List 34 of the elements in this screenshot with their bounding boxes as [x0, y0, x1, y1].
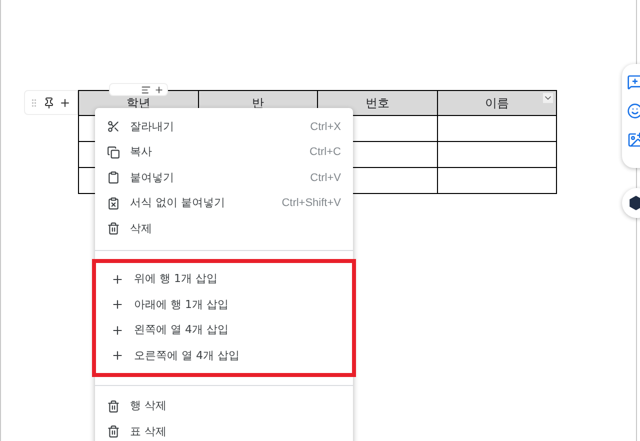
menu-item[interactable]: 붙여넣기 Ctrl+V — [95, 165, 353, 190]
clipboard-icon — [107, 196, 120, 210]
plus-icon[interactable] — [59, 96, 71, 108]
menu-item[interactable]: 서식 없이 붙여넣기 Ctrl+Shift+V — [95, 190, 353, 216]
trash-icon — [107, 425, 120, 438]
menu-item[interactable]: 삭제 — [95, 216, 353, 242]
plus-icon — [111, 324, 124, 337]
menu-item[interactable]: 잘라내기 Ctrl+X — [95, 114, 353, 140]
dropdown-icon[interactable] — [543, 93, 553, 103]
menu-item[interactable]: 위에 행 1개 삽입 — [99, 266, 349, 292]
plus-icon — [111, 298, 124, 312]
hexagon-icon — [628, 194, 640, 212]
trash-icon — [107, 222, 120, 236]
menu-item[interactable]: 행 삭제 — [95, 394, 353, 419]
clipboard-icon — [107, 171, 120, 184]
menu-item[interactable]: 왼쪽에 열 4개 삽입 — [99, 318, 349, 343]
trash-icon — [107, 400, 120, 413]
emoji-icon[interactable] — [627, 103, 640, 119]
plus-icon — [111, 272, 124, 286]
menu-item[interactable]: 오른쪽에 열 4개 삽입 — [99, 343, 349, 368]
pin-icon[interactable] — [43, 96, 55, 108]
add-comment-icon[interactable] — [627, 74, 640, 90]
column-header: 번호 — [318, 90, 437, 116]
copy-icon — [107, 146, 120, 159]
menu-item[interactable]: 아래에 행 1개 삽입 — [99, 292, 349, 318]
menu-item[interactable]: 표 삭제 — [95, 419, 353, 441]
scissors-icon — [107, 120, 120, 134]
align-icon[interactable] — [141, 84, 151, 94]
plus-icon — [111, 349, 124, 362]
column-header: 이름 — [437, 90, 556, 116]
plus-icon[interactable] — [154, 84, 164, 94]
drag-handle-icon[interactable] — [29, 96, 39, 108]
image-icon[interactable] — [627, 132, 640, 148]
menu-item[interactable]: 복사 Ctrl+C — [95, 140, 353, 165]
